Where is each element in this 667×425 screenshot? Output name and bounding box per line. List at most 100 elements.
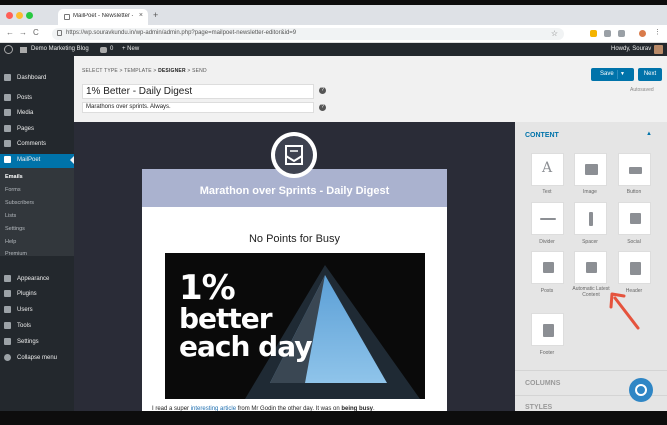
- sidebar-item-settings[interactable]: Settings: [0, 336, 74, 348]
- sidebar-item-label: Users: [17, 307, 33, 313]
- minimize-window-button[interactable]: [16, 12, 23, 19]
- extension-icon[interactable]: [604, 30, 611, 37]
- save-button[interactable]: Save ▼: [591, 68, 634, 81]
- maximize-window-button[interactable]: [26, 12, 33, 19]
- extension-icon[interactable]: [618, 30, 625, 37]
- wizard-breadcrumb: SELECT TYPE > TEMPLATE > DESIGNER > SEND: [82, 68, 207, 74]
- submenu-item-forms[interactable]: Forms: [5, 187, 21, 193]
- tab-close-icon[interactable]: ×: [139, 12, 143, 19]
- pin-icon: [4, 94, 11, 101]
- text-block[interactable]: A: [531, 153, 564, 186]
- text-icon: A: [542, 160, 553, 176]
- annotation-arrow: [609, 292, 640, 330]
- submenu-item-subscribers[interactable]: Subscribers: [5, 200, 34, 206]
- address-bar[interactable]: https://wp.souravkundu.in/wp-admin/admin…: [52, 28, 564, 40]
- hero-image[interactable]: 1% better each day: [165, 253, 425, 399]
- submenu-item-lists[interactable]: Lists: [5, 213, 16, 219]
- wp-admin-sidebar: Dashboard Posts Media Pages Comments Mai…: [0, 56, 74, 416]
- back-button[interactable]: ←: [6, 28, 14, 37]
- sidebar-item-plugins[interactable]: Plugins: [0, 288, 74, 300]
- help-icon[interactable]: ?: [319, 87, 326, 94]
- submenu-item-settings[interactable]: Settings: [5, 226, 25, 232]
- posts-icon: [543, 262, 554, 273]
- latest-content-icon: [586, 262, 597, 273]
- howdy-user-link[interactable]: Howdy, Sourav: [611, 46, 651, 52]
- hero-text: 1% better each day: [179, 271, 312, 361]
- section-divider: [515, 370, 667, 371]
- chevron-down-icon[interactable]: ▼: [620, 71, 625, 77]
- mailpoet-submenu: Emails Forms Subscribers Lists Settings …: [0, 168, 74, 257]
- breadcrumb-current-step: DESIGNER: [158, 68, 186, 74]
- bookmark-star-icon[interactable]: ☆: [551, 29, 558, 38]
- divider-block[interactable]: [531, 202, 564, 235]
- browser-menu-icon[interactable]: ⋮: [654, 28, 661, 36]
- preheader-input[interactable]: Marathons over sprints. Always.: [82, 102, 314, 113]
- collapse-icon: [4, 354, 11, 361]
- mailpoet-icon: [4, 156, 11, 163]
- email-heading[interactable]: No Points for Busy: [142, 233, 447, 245]
- sidebar-item-dashboard[interactable]: Dashboard: [0, 72, 74, 84]
- image-block[interactable]: [574, 153, 607, 186]
- sidebar-item-media[interactable]: Media: [0, 107, 74, 119]
- header-block[interactable]: [618, 251, 651, 284]
- comments-count: 0: [110, 46, 114, 52]
- social-block[interactable]: [618, 202, 651, 235]
- sidebar-item-mailpoet[interactable]: MailPoet: [0, 154, 74, 168]
- page-icon: [4, 125, 11, 132]
- sidebar-item-appearance[interactable]: Appearance: [0, 273, 74, 285]
- forward-button[interactable]: →: [19, 28, 27, 37]
- tab-title: MailPoet - Newsletter - Demo: [73, 13, 133, 19]
- automatic-latest-content-block[interactable]: [574, 251, 607, 284]
- sidebar-item-tools[interactable]: Tools: [0, 320, 74, 332]
- submenu-item-emails[interactable]: Emails: [5, 174, 23, 180]
- footer-block[interactable]: [531, 313, 564, 346]
- wordpress-logo-icon[interactable]: [4, 45, 13, 54]
- settings-icon: [4, 338, 11, 345]
- dashboard-icon: [4, 74, 11, 81]
- reload-button[interactable]: C: [33, 28, 39, 37]
- sidebar-item-pages[interactable]: Pages: [0, 123, 74, 135]
- site-name-link[interactable]: Demo Marketing Blog: [31, 46, 89, 52]
- submenu-item-help[interactable]: Help: [5, 239, 16, 245]
- chevron-up-icon[interactable]: ▲: [646, 131, 652, 137]
- posts-block[interactable]: [531, 251, 564, 284]
- styles-section-title[interactable]: STYLES: [525, 404, 552, 411]
- content-section-title[interactable]: CONTENT: [525, 132, 559, 139]
- submenu-item-premium[interactable]: Premium: [5, 251, 27, 257]
- sidebar-item-users[interactable]: Users: [0, 304, 74, 316]
- block-label: Button: [626, 189, 642, 195]
- close-window-button[interactable]: [6, 12, 13, 19]
- user-avatar[interactable]: [654, 45, 663, 54]
- sidebar-item-comments[interactable]: Comments: [0, 138, 74, 150]
- browser-tab[interactable]: MailPoet - Newsletter - Demo ×: [58, 9, 148, 25]
- subject-input[interactable]: 1% Better - Daily Digest: [82, 84, 314, 99]
- header-icon: [630, 262, 641, 275]
- block-label: Image: [583, 189, 597, 195]
- email-header-title: Marathon over Sprints - Daily Digest: [199, 185, 390, 197]
- help-chat-button[interactable]: [629, 378, 653, 402]
- comment-icon[interactable]: [100, 47, 107, 53]
- columns-section-title[interactable]: COLUMNS: [525, 380, 560, 387]
- envelope-icon: [275, 136, 313, 174]
- url-text[interactable]: https://wp.souravkundu.in/wp-admin/admin…: [66, 30, 296, 36]
- block-label: Divider: [539, 239, 555, 245]
- email-preview[interactable]: Marathon over Sprints - Daily Digest No …: [142, 169, 447, 416]
- browser-toolbar: ← → C https://wp.souravkundu.in/wp-admin…: [0, 25, 667, 43]
- hero-line: each day: [179, 330, 312, 363]
- help-icon[interactable]: ?: [319, 104, 326, 111]
- new-tab-button[interactable]: +: [153, 10, 158, 20]
- lock-icon: [57, 30, 62, 36]
- next-button[interactable]: Next: [638, 68, 662, 81]
- email-canvas: Marathon over Sprints - Daily Digest No …: [74, 122, 515, 416]
- profile-avatar-icon[interactable]: [639, 30, 646, 37]
- breadcrumb-next-step: > SEND: [185, 68, 207, 74]
- extension-icon[interactable]: [590, 30, 597, 37]
- sidebar-item-label: Plugins: [17, 291, 37, 297]
- button-block[interactable]: [618, 153, 651, 186]
- spacer-icon: [589, 212, 593, 226]
- new-content-link[interactable]: + New: [122, 46, 139, 52]
- sidebar-item-posts[interactable]: Posts: [0, 92, 74, 104]
- spacer-block[interactable]: [574, 202, 607, 235]
- sidebar-item-collapse[interactable]: Collapse menu: [0, 352, 74, 364]
- sidebar-item-label: Settings: [17, 339, 39, 345]
